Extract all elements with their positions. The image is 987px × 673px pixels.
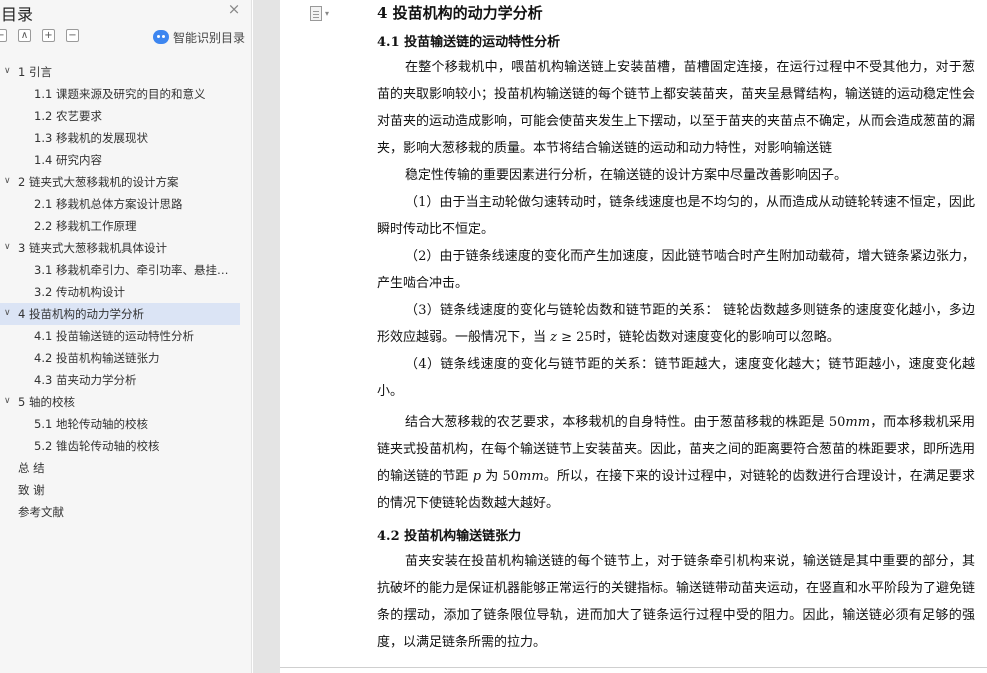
toc-item-2-1[interactable]: 2.1 移栽机总体方案设计思路 xyxy=(0,193,240,215)
toc-item-ch2[interactable]: ∨ 2 链夹式大葱移栽机的设计方案 xyxy=(0,171,240,193)
toc-item-label: 参考文献 xyxy=(18,505,64,519)
chapter-heading: 4 投苗机构的动力学分析 xyxy=(377,4,543,22)
text-run: ≥ 25时，链轮齿数对速度变化的影响可以忽略。 xyxy=(557,330,840,345)
toc-item-label: 2 链夹式大葱移栽机的设计方案 xyxy=(18,175,179,189)
chevron-down-icon[interactable]: ∨ xyxy=(4,308,14,318)
toc-item-label: 4.2 投苗机构输送链张力 xyxy=(34,351,160,365)
math-var: z xyxy=(550,330,557,345)
paragraph: 苗夹安装在投苗机构输送链的每个链节上，对于链条牵引机构来说，输送链是其中重要的部… xyxy=(377,554,976,650)
paragraph: （1）由于当主动轮做匀速转动时，链条线速度也是不均匀的，从而造成从动链轮转速不恒… xyxy=(377,195,975,237)
toc-item-label: 1.1 课题来源及研究的目的和意义 xyxy=(34,87,206,101)
toc-item-thanks[interactable]: 致 谢 xyxy=(0,479,240,501)
unit: mm xyxy=(845,415,871,430)
toc-item-3-1[interactable]: 3.1 移栽机牵引力、牵引功率、悬挂装置的设计 xyxy=(0,259,240,281)
text-run: 结合大葱移栽的农艺要求，本移栽机的自身特性。由于葱苗移栽的株距是 50 xyxy=(405,415,846,430)
toc-item-label: 3.2 传动机构设计 xyxy=(34,285,125,299)
paragraph: 稳定性传输的重要因素进行分析，在输送链的设计方案中尽量改善影响因子。 xyxy=(405,168,848,183)
section-heading-4-1: 4.1 投苗输送链的运动特性分析 xyxy=(377,35,561,50)
toc-item-label: 5 轴的校核 xyxy=(18,395,75,409)
toc-item-5-2[interactable]: 5.2 锥齿轮传动轴的校核 xyxy=(0,435,240,457)
toc-item-label: 2.1 移栽机总体方案设计思路 xyxy=(34,197,183,211)
sidebar-toolbar: − ∧ + − 智能识别目录 xyxy=(0,27,251,47)
toc-item-ch4[interactable]: ∨ 4 投苗机构的动力学分析 xyxy=(0,303,240,325)
smart-toc-label: 智能识别目录 xyxy=(173,30,246,45)
text-run: 为 50 xyxy=(481,469,520,484)
toc-item-ch3[interactable]: ∨ 3 链夹式大葱移栽机具体设计 xyxy=(0,237,240,259)
toc-item-1-4[interactable]: 1.4 研究内容 xyxy=(0,149,240,171)
paragraph: 在整个移栽机中，喂苗机构输送链上安装苗槽，苗槽固定连接，在运行过程中不受其他力，… xyxy=(377,60,976,156)
toc-item-1-2[interactable]: 1.2 农艺要求 xyxy=(0,105,240,127)
add-heading-icon[interactable]: + xyxy=(42,29,55,42)
math-var: p xyxy=(472,469,482,484)
toc-item-summary[interactable]: 总 结 xyxy=(0,457,240,479)
page-gutter xyxy=(253,0,280,673)
chevron-down-icon: ▾ xyxy=(325,9,330,18)
toc-item-label: 1 引言 xyxy=(18,65,52,79)
robot-icon xyxy=(153,30,169,44)
sidebar-header: 目录 × xyxy=(0,0,251,24)
toc-item-2-2[interactable]: 2.2 移栽机工作原理 xyxy=(0,215,240,237)
toc-item-label: 2.2 移栽机工作原理 xyxy=(34,219,137,233)
chevron-down-icon[interactable]: ∨ xyxy=(4,176,14,186)
paragraph-menu-button[interactable]: ▾ xyxy=(310,6,332,22)
close-icon[interactable]: × xyxy=(226,1,242,17)
toc-item-label: 1.4 研究内容 xyxy=(34,153,102,167)
toc-item-5-1[interactable]: 5.1 地轮传动轴的校核 xyxy=(0,413,240,435)
toc-item-label: 1.2 农艺要求 xyxy=(34,109,102,123)
toc-item-3-2[interactable]: 3.2 传动机构设计 xyxy=(0,281,240,303)
toc-item-label: 致 谢 xyxy=(18,483,45,497)
toc-item-label: 4 投苗机构的动力学分析 xyxy=(18,307,144,321)
toc-item-ch1[interactable]: ∨ 1 引言 xyxy=(0,61,240,83)
chevron-down-icon[interactable]: ∨ xyxy=(4,242,14,252)
toc-item-1-3[interactable]: 1.3 移栽机的发展现状 xyxy=(0,127,240,149)
toc-item-4-1[interactable]: 4.1 投苗输送链的运动特性分析 xyxy=(0,325,240,347)
toc-item-label: 5.1 地轮传动轴的校核 xyxy=(34,417,148,431)
paragraph: （3）链条线速度的变化与链轮齿数和链节距的关系： 链轮齿数越多则链条的速度变化越… xyxy=(377,297,975,351)
toc-item-label: 总 结 xyxy=(18,461,45,475)
toc-item-label: 1.3 移栽机的发展现状 xyxy=(34,131,148,145)
document-page: ▾ 4 投苗机构的动力学分析 4.1 投苗输送链的运动特性分析 在整个移栽机中，… xyxy=(280,0,987,673)
sidebar-title: 目录 xyxy=(1,5,34,24)
collapse-all-icon[interactable]: − xyxy=(0,29,7,42)
unit: mm xyxy=(519,469,544,484)
document-icon xyxy=(310,6,322,21)
paragraph: （2）由于链条线速度的变化而产生加速度，因此链节啮合时产生附加动载荷，增大链条紧… xyxy=(377,249,975,291)
paragraph: 结合大葱移栽的农艺要求，本移栽机的自身特性。由于葱苗移栽的株距是 50mm，而本… xyxy=(377,409,975,517)
remove-heading-icon[interactable]: − xyxy=(66,29,79,42)
page-edge xyxy=(280,667,987,668)
toc-item-label: 3.1 移栽机牵引力、牵引功率、悬挂装置的设计 xyxy=(34,263,234,277)
toc-item-label: 3 链夹式大葱移栽机具体设计 xyxy=(18,241,167,255)
chevron-down-icon[interactable]: ∨ xyxy=(4,66,14,76)
toc-sidebar: 目录 × − ∧ + − 智能识别目录 ∨ 1 引言 1.1 课题来源及研究的目的… xyxy=(0,0,252,673)
toc-item-label: 4.3 苗夹动力学分析 xyxy=(34,373,137,387)
toc-item-label: 5.2 锥齿轮传动轴的校核 xyxy=(34,439,160,453)
smart-toc-button[interactable]: 智能识别目录 xyxy=(153,27,245,47)
toc-item-ch5[interactable]: ∨ 5 轴的校核 xyxy=(0,391,240,413)
toc-item-references[interactable]: 参考文献 xyxy=(0,501,240,523)
toc-item-4-3[interactable]: 4.3 苗夹动力学分析 xyxy=(0,369,240,391)
section-heading-4-2: 4.2 投苗机构输送链张力 xyxy=(377,529,522,544)
toc-item-4-2[interactable]: 4.2 投苗机构输送链张力 xyxy=(0,347,240,369)
chevron-down-icon[interactable]: ∨ xyxy=(4,396,14,406)
toc-item-label: 4.1 投苗输送链的运动特性分析 xyxy=(34,329,194,343)
level-up-icon[interactable]: ∧ xyxy=(18,29,31,42)
paragraph: （4）链条线速度的变化与链节距的关系：链节距越大，速度变化越大；链节距越小，速度… xyxy=(377,357,975,399)
toc-item-1-1[interactable]: 1.1 课题来源及研究的目的和意义 xyxy=(0,83,240,105)
